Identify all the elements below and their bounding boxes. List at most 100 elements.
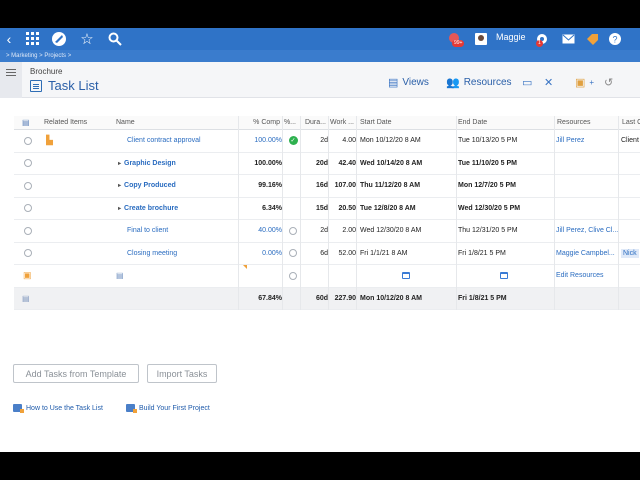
column-header-name[interactable]: Name [116, 116, 236, 129]
project-name[interactable]: Brochure [30, 67, 62, 76]
history-icon[interactable]: ↺ [604, 76, 613, 89]
status-indicator[interactable] [286, 198, 300, 220]
duration-value[interactable]: 16d [300, 175, 328, 197]
views-button[interactable]: ▤ Views [388, 76, 429, 89]
duration-value[interactable]: 2d [300, 220, 328, 242]
column-header-related-items[interactable]: Related Items [44, 116, 112, 129]
duration-value[interactable]: 15d [300, 198, 328, 220]
search-icon[interactable] [106, 29, 124, 49]
import-tasks-button[interactable]: Import Tasks [147, 364, 217, 383]
end-date-value[interactable]: Mon 12/7/20 5 PM [458, 175, 554, 197]
column-divider[interactable] [356, 116, 357, 310]
column-divider[interactable] [618, 116, 619, 310]
end-date-value[interactable]: Thu 12/31/20 5 PM [458, 220, 554, 242]
pct-complete-value[interactable]: 6.34% [240, 198, 282, 220]
last-comment-value[interactable]: Client [621, 130, 640, 152]
task-name[interactable]: ▸ Graphic Design [118, 153, 238, 175]
work-value[interactable]: 20.50 [330, 198, 356, 220]
expand-arrow-icon[interactable]: ▸ [118, 182, 121, 189]
pct-complete-value[interactable]: 100.00% [240, 130, 282, 152]
user-name[interactable]: Maggie [496, 32, 526, 42]
help-icon[interactable]: ? [607, 29, 623, 49]
column-header-pct-status[interactable]: %... [284, 116, 296, 129]
work-value[interactable]: 52.00 [330, 243, 356, 265]
table-row[interactable]: Final to client 40.00% 2d 2.00 Wed 12/30/20 … [14, 220, 640, 243]
breadcrumb[interactable]: > Marketing > Projects > [0, 50, 640, 62]
column-divider[interactable] [282, 116, 283, 310]
row-select-radio[interactable] [24, 220, 36, 242]
task-name[interactable]: ▸ Create brochure [118, 198, 238, 220]
task-name[interactable]: Closing meeting [118, 243, 238, 265]
status-indicator[interactable] [286, 220, 300, 242]
work-value[interactable]: 42.40 [330, 153, 356, 175]
grid-settings-icon[interactable]: ▤ [22, 116, 34, 129]
row-select-radio[interactable] [24, 153, 36, 175]
back-icon[interactable]: ‹ [3, 29, 15, 49]
resources-value[interactable]: Jill Perez [556, 130, 618, 152]
inbox-icon[interactable] [560, 29, 576, 49]
column-header-last-comment[interactable]: Last C [620, 116, 640, 129]
expand-arrow-icon[interactable]: ▸ [118, 160, 121, 167]
column-header-start-date[interactable]: Start Date [358, 116, 452, 129]
pct-complete-value[interactable]: 0.00% [240, 243, 282, 265]
task-name[interactable]: ▸ Copy Produced [118, 175, 238, 197]
column-header-end-date[interactable]: End Date [456, 116, 551, 129]
new-task-icon[interactable]: ▣ [23, 265, 35, 287]
new-task-row[interactable]: ▣ ▤ Edit Resources [14, 265, 640, 288]
duration-value[interactable]: 6d [300, 243, 328, 265]
column-divider[interactable] [554, 116, 555, 310]
column-header-resources[interactable]: Resources [555, 116, 616, 129]
end-calendar-icon[interactable] [500, 265, 514, 287]
column-header-work[interactable]: Work ... [330, 116, 354, 129]
build-project-link[interactable]: Build Your First Project [126, 404, 210, 413]
resources-value[interactable]: Jill Perez, Clive Cl... [556, 220, 618, 242]
favorites-star-icon[interactable]: ☆ [78, 29, 96, 49]
tags-icon[interactable] [584, 29, 600, 49]
task-name[interactable]: Final to client [118, 220, 238, 242]
end-date-value[interactable]: Wed 12/30/20 5 PM [458, 198, 554, 220]
tools-icon[interactable]: ✕ [544, 76, 553, 89]
last-comment-value[interactable] [621, 220, 640, 242]
end-date-value[interactable]: Tue 11/10/20 5 PM [458, 153, 554, 175]
resources-value[interactable] [556, 198, 618, 220]
duration-value[interactable]: 2d [300, 130, 328, 152]
status-indicator[interactable]: ✓ [286, 130, 300, 152]
pct-complete-value[interactable]: 100.00% [240, 153, 282, 175]
task-name[interactable]: Client contract approval [118, 130, 238, 152]
row-select-radio[interactable] [24, 130, 36, 152]
pct-complete-value[interactable]: 40.00% [240, 220, 282, 242]
hamburger-menu-icon[interactable] [0, 62, 22, 98]
how-to-link[interactable]: How to Use the Task List [13, 404, 103, 413]
duration-value[interactable]: 20d [300, 153, 328, 175]
column-divider[interactable] [456, 116, 457, 310]
expand-arrow-icon[interactable]: ▸ [118, 205, 121, 212]
column-divider[interactable] [238, 116, 239, 310]
resources-value[interactable]: Maggie Campbel... [556, 243, 618, 265]
work-value[interactable]: 4.00 [330, 130, 356, 152]
start-calendar-icon[interactable] [402, 265, 416, 287]
table-row[interactable]: ▸ Graphic Design 100.00% 20d 42.40 Wed 10/14/… [14, 153, 640, 175]
avatar[interactable] [474, 29, 488, 49]
status-indicator[interactable] [286, 265, 300, 287]
start-date-value[interactable]: Wed 12/30/20 8 AM [360, 220, 456, 242]
table-row[interactable]: Closing meeting 0.00% 6d 52.00 Fri 1/1/21 8 … [14, 243, 640, 265]
apps-grid-icon[interactable] [24, 29, 42, 49]
pct-complete-value[interactable]: 99.16% [240, 175, 282, 197]
start-date-value[interactable]: Wed 10/14/20 8 AM [360, 153, 456, 175]
status-indicator[interactable] [286, 153, 300, 175]
column-divider[interactable] [300, 116, 301, 310]
work-value[interactable]: 107.00 [330, 175, 356, 197]
end-date-value[interactable]: Tue 10/13/20 5 PM [458, 130, 554, 152]
row-select-radio[interactable] [24, 198, 36, 220]
add-tasks-from-template-button[interactable]: Add Tasks from Template [13, 364, 139, 383]
resources-button[interactable]: 👥 Resources [446, 76, 512, 89]
start-date-value[interactable]: Tue 12/8/20 8 AM [360, 198, 456, 220]
edit-resources-link[interactable]: Edit Resources [556, 265, 626, 287]
product-logo-icon[interactable] [50, 29, 68, 49]
status-indicator[interactable] [286, 243, 300, 265]
start-date-value[interactable]: Mon 10/12/20 8 AM [360, 130, 456, 152]
table-row[interactable]: ▸ Copy Produced 99.16% 16d 107.00 Thu 11/12/2… [14, 175, 640, 198]
column-header-pct-complete[interactable]: % Comp [240, 116, 280, 129]
related-item-add-icon[interactable]: ▤ [116, 265, 128, 287]
related-items-icon[interactable]: ▙ [46, 130, 60, 152]
